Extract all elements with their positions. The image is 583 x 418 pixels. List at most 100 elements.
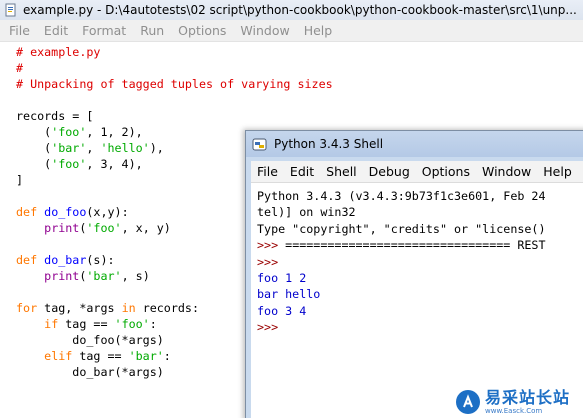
shell-token: bar hello xyxy=(257,287,321,302)
editor-code-token: do_bar(*args) xyxy=(16,365,164,379)
editor-code-line: # Unpacking of tagged tuples of varying … xyxy=(16,76,576,92)
shell-title-bar[interactable]: Python 3.4.3 Shell xyxy=(246,131,583,157)
editor-code-token: (s): xyxy=(86,253,115,267)
editor-code-token xyxy=(16,317,44,331)
shell-title: Python 3.4.3 Shell xyxy=(274,137,384,151)
editor-code-token: , xyxy=(86,141,101,155)
editor-code-token: def xyxy=(16,253,45,267)
editor-code-token: print xyxy=(44,269,80,283)
shell-line: Type "copyright", "credits" or "license(… xyxy=(257,221,546,237)
editor-code-line: # xyxy=(16,60,576,76)
shell-menu-edit[interactable]: Edit xyxy=(284,164,320,179)
shell-output-area[interactable]: Python 3.4.3 (v3.4.3:9b73f1c3e601, Feb 2… xyxy=(257,188,546,336)
editor-code-token: tag, *args xyxy=(37,301,122,315)
editor-code-token: for xyxy=(16,301,38,315)
shell-menu-file[interactable]: File xyxy=(251,164,284,179)
shell-menu-help[interactable]: Help xyxy=(537,164,578,179)
shell-window: Python 3.4.3 Shell File Edit Shell Debug Opt… xyxy=(245,130,583,418)
watermark-logo-icon xyxy=(456,389,480,414)
editor-code-token: # example.py xyxy=(16,45,101,59)
shell-token: >>> xyxy=(257,254,279,269)
editor-code-token: records = [ xyxy=(16,109,94,123)
shell-line: Python 3.4.3 (v3.4.3:9b73f1c3e601, Feb 2… xyxy=(257,188,546,204)
editor-menu-bar: File Edit Format Run Options Window Help xyxy=(0,20,583,42)
shell-line: >>> ================================ RES… xyxy=(257,237,546,253)
shell-frame: File Edit Shell Debug Options Window Help Pyth… xyxy=(246,157,583,418)
editor-menu-window[interactable]: Window xyxy=(233,23,296,38)
editor-code-token: 'bar' xyxy=(86,269,122,283)
editor-menu-help[interactable]: Help xyxy=(297,23,340,38)
shell-menu-options[interactable]: Options xyxy=(416,164,476,179)
editor-code-line: records = [ xyxy=(16,108,576,124)
editor-code-token: ( xyxy=(16,125,52,139)
python-file-icon xyxy=(4,3,18,17)
shell-menu-debug[interactable]: Debug xyxy=(363,164,416,179)
shell-token: tel)] on win32 xyxy=(257,205,356,220)
shell-token: >>> xyxy=(257,320,279,335)
editor-code-token: (x,y): xyxy=(86,205,129,219)
watermark: 易采站长站 www.Easck.Com xyxy=(453,385,583,418)
shell-line: >>> xyxy=(257,319,546,335)
editor-code-token: do_foo(*args) xyxy=(16,333,164,347)
editor-title: example.py - D:\4autotests\02 script\pyt… xyxy=(23,3,577,17)
python-shell-icon xyxy=(252,137,267,152)
editor-code-token: do_bar xyxy=(44,253,87,267)
editor-code-token: 'foo' xyxy=(114,317,150,331)
editor-menu-run[interactable]: Run xyxy=(133,23,171,38)
editor-code-token: , s) xyxy=(121,269,150,283)
shell-line: >>> xyxy=(257,254,546,270)
editor-code-token: if xyxy=(44,317,59,331)
shell-menu-bar: File Edit Shell Debug Options Window Help xyxy=(251,161,583,183)
editor-code-token: ( xyxy=(16,141,52,155)
shell-token: ================================ REST xyxy=(285,238,546,253)
editor-code-token: 'foo' xyxy=(86,221,122,235)
shell-line: bar hello xyxy=(257,286,546,302)
editor-code-token: # Unpacking of tagged tuples of varying … xyxy=(16,77,333,91)
editor-code-token: elif xyxy=(44,349,73,363)
editor-menu-options[interactable]: Options xyxy=(171,23,233,38)
shell-line: foo 3 4 xyxy=(257,303,546,319)
editor-code-token xyxy=(16,349,44,363)
shell-line: foo 1 2 xyxy=(257,270,546,286)
editor-code-token: 'foo' xyxy=(51,157,87,171)
editor-code-token: 'hello' xyxy=(100,141,150,155)
editor-code-token: : xyxy=(149,317,157,331)
editor-code-token: do_foo xyxy=(44,205,87,219)
editor-code-token: , x, y) xyxy=(121,221,171,235)
shell-token: foo 3 4 xyxy=(257,303,307,318)
editor-code-token xyxy=(16,269,44,283)
shell-token: Python 3.4.3 (v3.4.3:9b73f1c3e601, Feb 2… xyxy=(257,189,546,203)
editor-code-token: 'foo' xyxy=(51,125,87,139)
editor-code-token: # xyxy=(16,61,24,75)
editor-code-token: records: xyxy=(135,301,199,315)
editor-code-token: tag == xyxy=(58,317,115,331)
shell-line: tel)] on win32 xyxy=(257,204,546,220)
editor-code-token: def xyxy=(16,205,45,219)
editor-code-line: # example.py xyxy=(16,44,576,60)
shell-token: foo 1 2 xyxy=(257,270,307,285)
shell-token: >>> xyxy=(257,238,286,253)
editor-code-token: ] xyxy=(16,173,24,187)
shell-menu-window[interactable]: Window xyxy=(476,164,537,179)
editor-code-token: ( xyxy=(16,157,52,171)
shell-token: Type "copyright", "credits" or "license(… xyxy=(257,221,546,236)
editor-code-token: 'bar' xyxy=(128,349,164,363)
editor-code-token: : xyxy=(163,349,171,363)
editor-code-token: tag == xyxy=(72,349,129,363)
editor-menu-format[interactable]: Format xyxy=(75,23,133,38)
editor-code-token: in xyxy=(121,301,136,315)
editor-menu-edit[interactable]: Edit xyxy=(37,23,75,38)
watermark-url: www.Easck.Com xyxy=(485,406,543,415)
shell-menu-shell[interactable]: Shell xyxy=(320,164,363,179)
editor-code-token xyxy=(16,221,44,235)
editor-code-token: 'bar' xyxy=(51,141,87,155)
editor-code-token: print xyxy=(44,221,80,235)
shell-client-area: File Edit Shell Debug Options Window Help Pyth… xyxy=(251,161,583,418)
watermark-name: 易采站长站 xyxy=(485,387,571,407)
editor-code-token: ), xyxy=(149,141,164,155)
editor-menu-file[interactable]: File xyxy=(0,23,37,38)
editor-title-bar[interactable]: example.py - D:\4autotests\02 script\pyt… xyxy=(0,0,583,20)
editor-code-token: , 1, 2), xyxy=(86,125,143,139)
editor-code-line xyxy=(16,92,576,108)
editor-code-token: , 3, 4), xyxy=(86,157,143,171)
